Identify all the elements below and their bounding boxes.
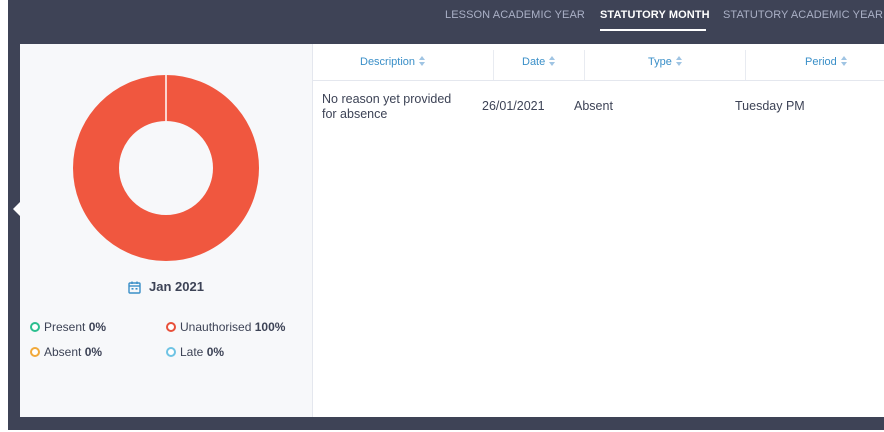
legend-absent-label: Absent <box>44 345 82 359</box>
cell-date: 26/01/2021 <box>482 99 545 113</box>
column-header-period-label: Period <box>805 56 837 68</box>
legend-unauthorised: Unauthorised 100% <box>166 320 285 334</box>
legend-present-label: Present <box>44 320 86 334</box>
legend-unauthorised-value: 100% <box>254 320 286 334</box>
attendance-table: Description Date Type Period No reason y… <box>313 44 884 417</box>
legend-late-value: 0% <box>206 345 225 359</box>
legend-absent-value: 0% <box>84 345 103 359</box>
legend-present-value: 0% <box>88 320 107 334</box>
column-header-date[interactable]: Date <box>522 56 556 68</box>
active-tab-indicator <box>600 29 706 31</box>
sort-icon <box>840 56 847 66</box>
legend-present: Present 0% <box>30 320 106 334</box>
sort-icon <box>419 56 426 66</box>
late-dot-icon <box>166 347 176 357</box>
page-frame: LESSON ACADEMIC YEAR STATUTORY MONTH STA… <box>0 0 884 432</box>
sort-icon <box>675 56 682 66</box>
legend-late-label: Late <box>180 345 204 359</box>
tab-lesson-academic-year[interactable]: LESSON ACADEMIC YEAR <box>445 9 585 21</box>
column-divider <box>745 50 746 80</box>
cell-description: No reason yet provided for absence <box>322 92 451 122</box>
cell-type: Absent <box>574 99 613 113</box>
column-divider <box>584 50 585 80</box>
sort-icon <box>549 56 556 66</box>
tab-statutory-month[interactable]: STATUTORY MONTH <box>600 9 710 21</box>
cell-period: Tuesday PM <box>735 99 805 113</box>
column-header-type-label: Type <box>648 56 672 68</box>
month-label: Jan 2021 <box>149 279 204 294</box>
present-dot-icon <box>30 322 40 332</box>
unauthorised-dot-icon <box>166 322 176 332</box>
tab-statutory-academic-year[interactable]: STATUTORY ACADEMIC YEAR <box>723 9 883 21</box>
description-line-1: No reason yet provided <box>322 92 452 106</box>
attendance-card: Jan 2021 Present 0% Unauthorised 100% Ab… <box>20 44 884 417</box>
legend-late: Late 0% <box>166 345 224 359</box>
tab-bar: LESSON ACADEMIC YEAR STATUTORY MONTH STA… <box>8 9 884 33</box>
table-header: Description Date Type Period <box>313 44 884 81</box>
column-header-type[interactable]: Type <box>648 56 682 68</box>
attendance-donut-chart <box>73 75 259 261</box>
column-divider <box>493 50 494 80</box>
column-header-description[interactable]: Description <box>360 56 426 68</box>
legend-unauthorised-label: Unauthorised <box>180 320 252 334</box>
attendance-summary-pane: Jan 2021 Present 0% Unauthorised 100% Ab… <box>20 44 313 417</box>
popover-pointer <box>13 202 20 216</box>
legend-absent: Absent 0% <box>30 345 102 359</box>
calendar-icon <box>128 281 141 294</box>
column-header-date-label: Date <box>522 56 546 68</box>
month-selector[interactable]: Jan 2021 <box>20 279 312 297</box>
column-header-description-label: Description <box>360 56 416 68</box>
absent-dot-icon <box>30 347 40 357</box>
description-line-2: for absence <box>322 107 388 121</box>
column-header-period[interactable]: Period <box>805 56 847 68</box>
